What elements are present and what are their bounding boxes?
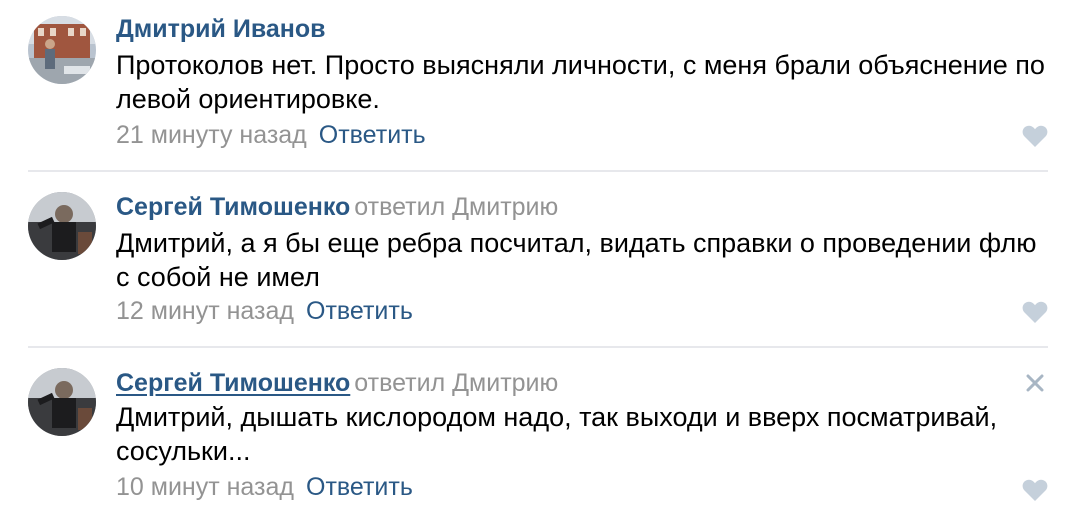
comment-time[interactable]: 21 минуту назад	[116, 121, 307, 149]
comment-meta: 10 минут назад Ответить	[116, 472, 413, 502]
author-link[interactable]: Сергей Тимошенко	[116, 369, 350, 397]
comments-list: Дмитрий Иванов Протоколов нет. Просто вы…	[0, 0, 1084, 522]
avatar-image	[28, 16, 96, 84]
author-link[interactable]: Дмитрий Иванов	[116, 15, 326, 43]
comment-meta: 12 минут назад Ответить	[116, 296, 413, 326]
comment-time[interactable]: 10 минут назад	[116, 473, 294, 501]
comment-text: Дмитрий, дышать кислородом надо, так вых…	[116, 402, 998, 466]
heart-icon[interactable]	[1022, 300, 1048, 324]
reply-button[interactable]: Ответить	[306, 297, 413, 325]
avatar[interactable]	[28, 368, 96, 436]
avatar[interactable]	[28, 16, 96, 84]
comment: Сергей Тимошенко ответил Дмитрию Дмитрий,…	[0, 172, 1084, 346]
author-link[interactable]: Сергей Тимошенко	[116, 193, 350, 221]
avatar-image	[28, 192, 96, 260]
comment-text: Дмитрий, а я бы еще ребра посчитал, вида…	[116, 228, 1037, 292]
reply-to-link[interactable]: ответил Дмитрию	[354, 369, 558, 397]
comment-time[interactable]: 12 минут назад	[116, 297, 294, 325]
reply-to-link[interactable]: ответил Дмитрию	[354, 193, 558, 221]
avatar-image	[28, 368, 96, 436]
close-icon[interactable]	[1024, 372, 1046, 394]
comment: Дмитрий Иванов Протоколов нет. Просто вы…	[0, 0, 1084, 170]
reply-button[interactable]: Ответить	[306, 473, 413, 501]
comment-header: Сергей Тимошенко ответил Дмитрию	[116, 368, 558, 398]
reply-button[interactable]: Ответить	[319, 121, 426, 149]
heart-icon[interactable]	[1022, 124, 1048, 148]
comment-header: Сергей Тимошенко ответил Дмитрию	[116, 192, 558, 222]
comment: Сергей Тимошенко ответил Дмитрию Дмитрий,…	[0, 348, 1084, 522]
comment-text: Протоколов нет. Просто выясняли личности…	[116, 50, 1045, 114]
avatar[interactable]	[28, 192, 96, 260]
comment-header: Дмитрий Иванов	[116, 14, 326, 44]
heart-icon[interactable]	[1022, 478, 1048, 502]
comment-meta: 21 минуту назад Ответить	[116, 120, 426, 150]
